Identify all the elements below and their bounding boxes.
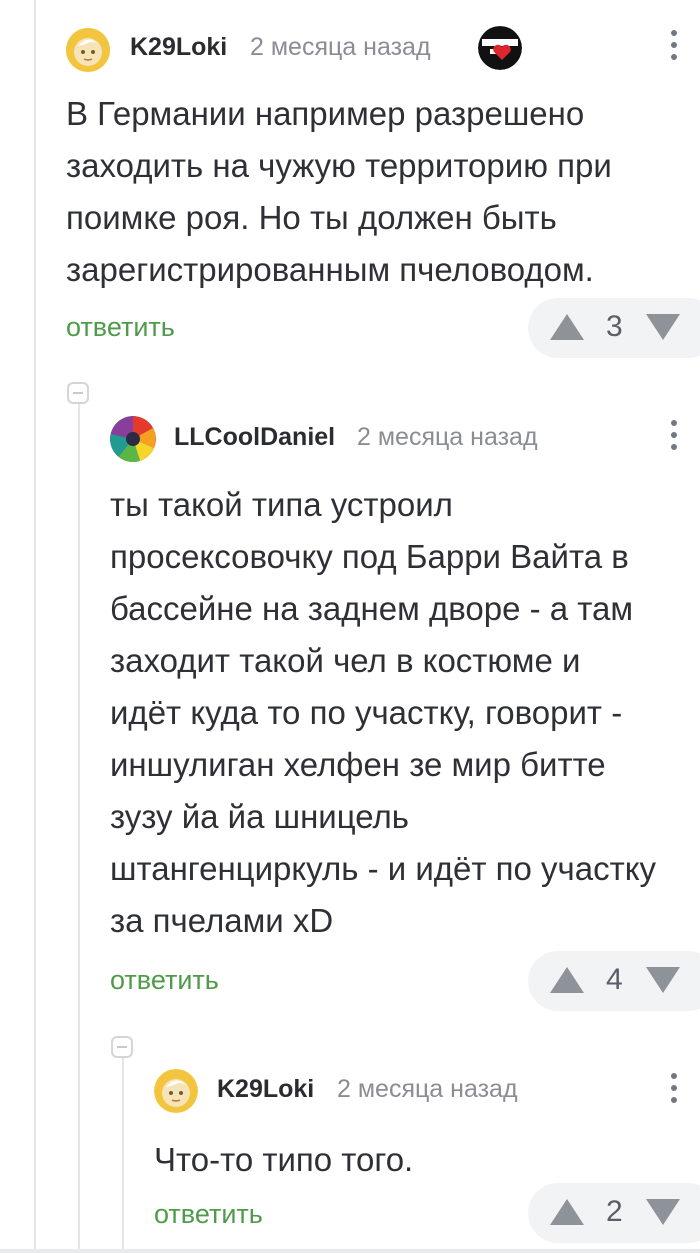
reply-button[interactable]: ответить bbox=[66, 312, 175, 343]
comment-time: 2 месяца назад bbox=[250, 33, 431, 61]
rating-control: 3 bbox=[528, 298, 700, 358]
rating-count: 2 bbox=[606, 1195, 623, 1228]
comment-line: ты такой типа устроил bbox=[110, 486, 453, 523]
avatar[interactable] bbox=[110, 416, 156, 462]
comment-line: за пчелами xD bbox=[110, 902, 334, 939]
author-name[interactable]: LLCoolDaniel bbox=[174, 423, 335, 452]
collapse-thread-button[interactable] bbox=[67, 382, 89, 404]
rating-count: 3 bbox=[606, 310, 623, 343]
comment-line: заходит такой чел в костюме и bbox=[110, 642, 581, 679]
avatar-face-icon bbox=[154, 1069, 198, 1113]
avatar[interactable] bbox=[154, 1069, 198, 1113]
upvote-icon[interactable] bbox=[548, 312, 586, 342]
thread-line-level-0 bbox=[34, 0, 36, 1253]
comment-line: зарегистрированным пчеловодом. bbox=[66, 251, 594, 288]
upvote-icon[interactable] bbox=[548, 965, 586, 995]
comment-body: ты такой типа устроил просексовочку под … bbox=[110, 479, 700, 947]
downvote-icon[interactable] bbox=[644, 965, 682, 995]
comment-time: 2 месяца назад bbox=[337, 1075, 518, 1103]
reply-button[interactable]: ответить bbox=[110, 965, 219, 996]
avatar[interactable] bbox=[66, 28, 110, 72]
bottom-divider bbox=[0, 1249, 700, 1253]
more-options-icon[interactable] bbox=[670, 30, 678, 66]
comment-line: Что-то типо того. bbox=[154, 1141, 414, 1178]
downvote-icon[interactable] bbox=[644, 1197, 682, 1227]
comment-line: заходить на чужую территорию при bbox=[66, 147, 612, 184]
author-name[interactable]: K29Loki bbox=[217, 1075, 314, 1104]
avatar-color-wheel-icon bbox=[110, 416, 156, 462]
comment-line: просексовочку под Барри Вайта в bbox=[110, 538, 629, 575]
more-options-icon[interactable] bbox=[670, 420, 678, 456]
comment-line: поимке роя. Но ты должен быть bbox=[66, 199, 557, 236]
comment-body: Что-то типо того. bbox=[154, 1134, 694, 1186]
upvote-icon[interactable] bbox=[548, 1197, 586, 1227]
avatar-face-icon bbox=[66, 28, 110, 72]
more-options-icon[interactable] bbox=[670, 1073, 678, 1109]
ghost-heart-badge-icon bbox=[478, 26, 522, 70]
author-name[interactable]: K29Loki bbox=[130, 33, 227, 62]
rating-control: 4 bbox=[528, 951, 700, 1011]
collapse-thread-button[interactable] bbox=[111, 1036, 133, 1058]
rating-control: 2 bbox=[528, 1183, 700, 1243]
comment-time: 2 месяца назад bbox=[357, 423, 538, 451]
comment-line: В Германии например разрешено bbox=[66, 95, 585, 132]
comment-line: зузу йа йа шницель bbox=[110, 798, 409, 835]
thread-line-level-2 bbox=[122, 1058, 124, 1253]
comment-line: иншулиган хелфен зе мир битте bbox=[110, 746, 606, 783]
comment-line: штангенциркуль - и идёт по участку bbox=[110, 850, 657, 887]
downvote-icon[interactable] bbox=[644, 312, 682, 342]
comment-body: В Германии например разрешено заходить н… bbox=[66, 88, 686, 296]
reply-button[interactable]: ответить bbox=[154, 1199, 263, 1230]
comment-line: бассейне на заднем дворе - а там bbox=[110, 590, 634, 627]
comment-line: идёт куда то по участку, говорит - bbox=[110, 694, 623, 731]
thread-line-level-1 bbox=[78, 404, 80, 1253]
rating-count: 4 bbox=[606, 963, 623, 996]
